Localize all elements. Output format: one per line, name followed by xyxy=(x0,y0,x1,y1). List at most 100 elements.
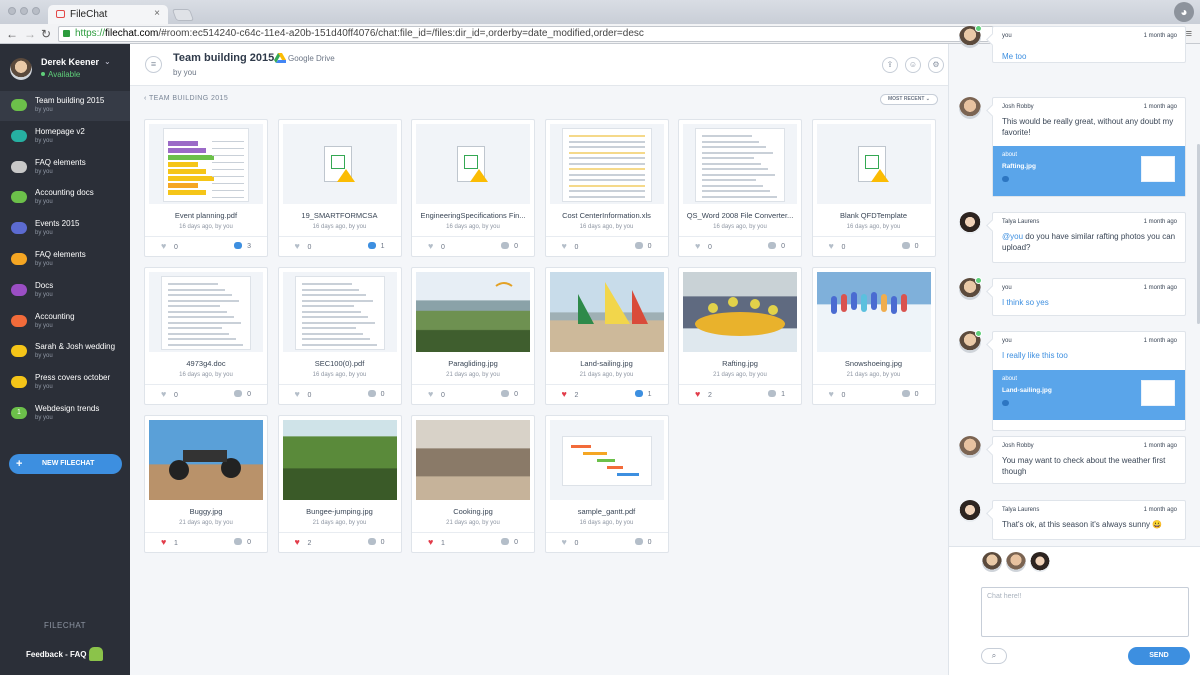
file-thumbnail[interactable] xyxy=(549,124,664,204)
chat-input[interactable] xyxy=(981,587,1189,637)
like-button[interactable]: ♥ 0 xyxy=(562,242,579,252)
file-card[interactable]: 19_SMARTFORMCSA 16 days ago, by you ♥ 0 1 xyxy=(277,119,402,257)
file-card[interactable]: Bungee-jumping.jpg 21 days ago, by you ♥ 2 0 xyxy=(277,415,402,553)
file-thumbnail[interactable] xyxy=(549,420,664,500)
file-card[interactable]: sample_gantt.pdf 16 days ago, by you ♥ 0 0 xyxy=(544,415,669,553)
sidebar-chat-item[interactable]: 1 Webdesign trends by you xyxy=(0,399,130,429)
like-button[interactable]: ♥ 1 xyxy=(161,538,178,548)
sidebar-chat-item[interactable]: Events 2015 by you xyxy=(0,214,130,244)
comment-button[interactable]: 0 xyxy=(901,390,919,398)
file-card[interactable]: 4973g4.doc 16 days ago, by you ♥ 0 0 xyxy=(144,267,268,405)
avatar[interactable] xyxy=(959,500,981,522)
android-icon[interactable] xyxy=(89,647,103,661)
comment-button[interactable]: 0 xyxy=(634,538,652,546)
like-button[interactable]: ♥ 2 xyxy=(695,390,712,400)
user-profile[interactable]: Derek Keener ⌄ Available xyxy=(0,44,130,92)
like-button[interactable]: ♥ 1 xyxy=(428,538,445,548)
sidebar-chat-item[interactable]: Team building 2015 by you xyxy=(0,91,130,121)
like-button[interactable]: ♥ 0 xyxy=(295,242,312,252)
comment-button[interactable]: 0 xyxy=(768,242,785,250)
file-card[interactable]: Paragliding.jpg 21 days ago, by you ♥ 0 0 xyxy=(411,267,535,405)
file-card[interactable]: Snowshoeing.jpg 21 days ago, by you ♥ 0 0 xyxy=(811,267,936,405)
mention-link[interactable]: @you xyxy=(1002,232,1023,241)
sidebar-chat-item[interactable]: Homepage v2 by you xyxy=(0,122,130,152)
avatar[interactable] xyxy=(959,25,982,48)
comment-button[interactable]: 0 xyxy=(234,538,251,546)
avatar[interactable] xyxy=(959,436,981,458)
sidebar-chat-item[interactable]: Accounting docs by you xyxy=(0,183,130,213)
file-card[interactable]: Cost CenterInformation.xls 16 days ago, b… xyxy=(544,119,669,257)
window-minimize-dot[interactable] xyxy=(20,7,28,15)
avatar[interactable] xyxy=(959,330,982,353)
file-card[interactable]: Buggy.jpg 21 days ago, by you ♥ 1 0 xyxy=(144,415,268,553)
avatar[interactable] xyxy=(959,97,981,119)
sidebar-chat-item[interactable]: Docs by you xyxy=(0,276,130,306)
file-card[interactable]: EngineeringSpecifications Fin... 16 days … xyxy=(411,119,535,257)
comment-button[interactable]: 0 xyxy=(501,390,518,398)
file-card[interactable]: Rafting.jpg 21 days ago, by you ♥ 2 1 xyxy=(678,267,802,405)
file-card[interactable]: Event planning.pdf 16 days ago, by you ♥ 0 3 xyxy=(144,119,268,257)
comment-button[interactable]: 0 xyxy=(367,538,385,546)
add-user-icon[interactable]: ☺ xyxy=(905,57,921,73)
avatar[interactable] xyxy=(959,212,981,234)
file-card[interactable]: Land-sailing.jpg 21 days ago, by you ♥ 2 1 xyxy=(544,267,669,405)
file-card[interactable]: Cooking.jpg 21 days ago, by you ♥ 1 0 xyxy=(411,415,535,553)
window-zoom-dot[interactable] xyxy=(32,7,40,15)
file-thumbnail[interactable] xyxy=(549,272,664,352)
avatar[interactable] xyxy=(959,277,982,300)
send-button[interactable]: SEND xyxy=(1128,647,1190,665)
like-button[interactable]: ♥ 2 xyxy=(295,538,312,548)
comment-button[interactable]: 1 xyxy=(367,242,385,250)
comment-button[interactable]: 0 xyxy=(367,390,385,398)
like-button[interactable]: ♥ 0 xyxy=(695,242,712,252)
sidebar-chat-item[interactable]: FAQ elements by you xyxy=(0,153,130,183)
like-button[interactable]: ♥ 0 xyxy=(428,242,445,252)
chevron-down-icon[interactable]: ⌄ xyxy=(104,57,111,66)
participant-avatar[interactable] xyxy=(1030,552,1050,572)
browser-menu-icon[interactable]: ≡ xyxy=(1186,28,1192,40)
participant-avatar[interactable] xyxy=(1006,552,1026,572)
comment-button[interactable]: 0 xyxy=(234,390,251,398)
file-thumbnail[interactable] xyxy=(416,272,530,352)
like-button[interactable]: ♥ 0 xyxy=(829,242,846,252)
forward-arrow-icon[interactable]: → xyxy=(24,27,36,41)
file-card[interactable]: SEC100(0).pdf 16 days ago, by you ♥ 0 0 xyxy=(277,267,402,405)
close-tab-icon[interactable]: × xyxy=(154,8,160,19)
reload-icon[interactable]: ↻ xyxy=(41,27,51,41)
file-thumbnail[interactable] xyxy=(149,420,263,500)
attached-file-preview[interactable]: about Land-sailing.jpg xyxy=(993,370,1185,420)
comment-button[interactable]: 1 xyxy=(768,390,785,398)
window-close-dot[interactable] xyxy=(8,7,16,15)
file-thumbnail[interactable] xyxy=(416,420,530,500)
sidebar-chat-item[interactable]: Press covers october by you xyxy=(0,368,130,398)
browser-tab[interactable]: FileChat × xyxy=(48,5,168,24)
file-thumbnail[interactable] xyxy=(816,124,931,204)
sort-dropdown[interactable]: MOST RECENT ⌄ xyxy=(880,94,938,105)
attached-file-preview[interactable]: about Rafting.jpg xyxy=(993,146,1185,196)
file-card[interactable]: Blank QFDTemplate 16 days ago, by you ♥ 0 0 xyxy=(811,119,936,257)
sidebar-chat-item[interactable]: Accounting by you xyxy=(0,307,130,337)
menu-icon[interactable]: ≡ xyxy=(145,56,162,73)
upload-icon[interactable]: ⇪ xyxy=(882,57,898,73)
new-tab-button[interactable] xyxy=(171,9,195,21)
sidebar-chat-item[interactable]: FAQ elements by you xyxy=(0,245,130,275)
file-thumbnail[interactable] xyxy=(282,124,397,204)
like-button[interactable]: ♥ 0 xyxy=(161,242,178,252)
file-thumbnail[interactable] xyxy=(816,272,931,352)
file-thumbnail[interactable] xyxy=(282,272,397,352)
like-button[interactable]: ♥ 0 xyxy=(161,390,178,400)
comment-button[interactable]: 0 xyxy=(501,242,518,250)
participant-avatar[interactable] xyxy=(982,552,1002,572)
comment-button[interactable]: 0 xyxy=(901,242,919,250)
file-thumbnail[interactable] xyxy=(683,124,797,204)
sidebar-chat-item[interactable]: Sarah & Josh wedding by you xyxy=(0,337,130,367)
gear-icon[interactable]: ⚙ xyxy=(928,57,944,73)
file-thumbnail[interactable] xyxy=(149,124,263,204)
comment-button[interactable]: 0 xyxy=(634,242,652,250)
comment-button[interactable]: 3 xyxy=(234,242,251,250)
feedback-faq-link[interactable]: Feedback - FAQ - xyxy=(26,650,91,659)
like-button[interactable]: ♥ 0 xyxy=(829,390,846,400)
file-thumbnail[interactable] xyxy=(282,420,397,500)
file-thumbnail[interactable] xyxy=(683,272,797,352)
back-arrow-icon[interactable]: ← xyxy=(6,27,18,41)
